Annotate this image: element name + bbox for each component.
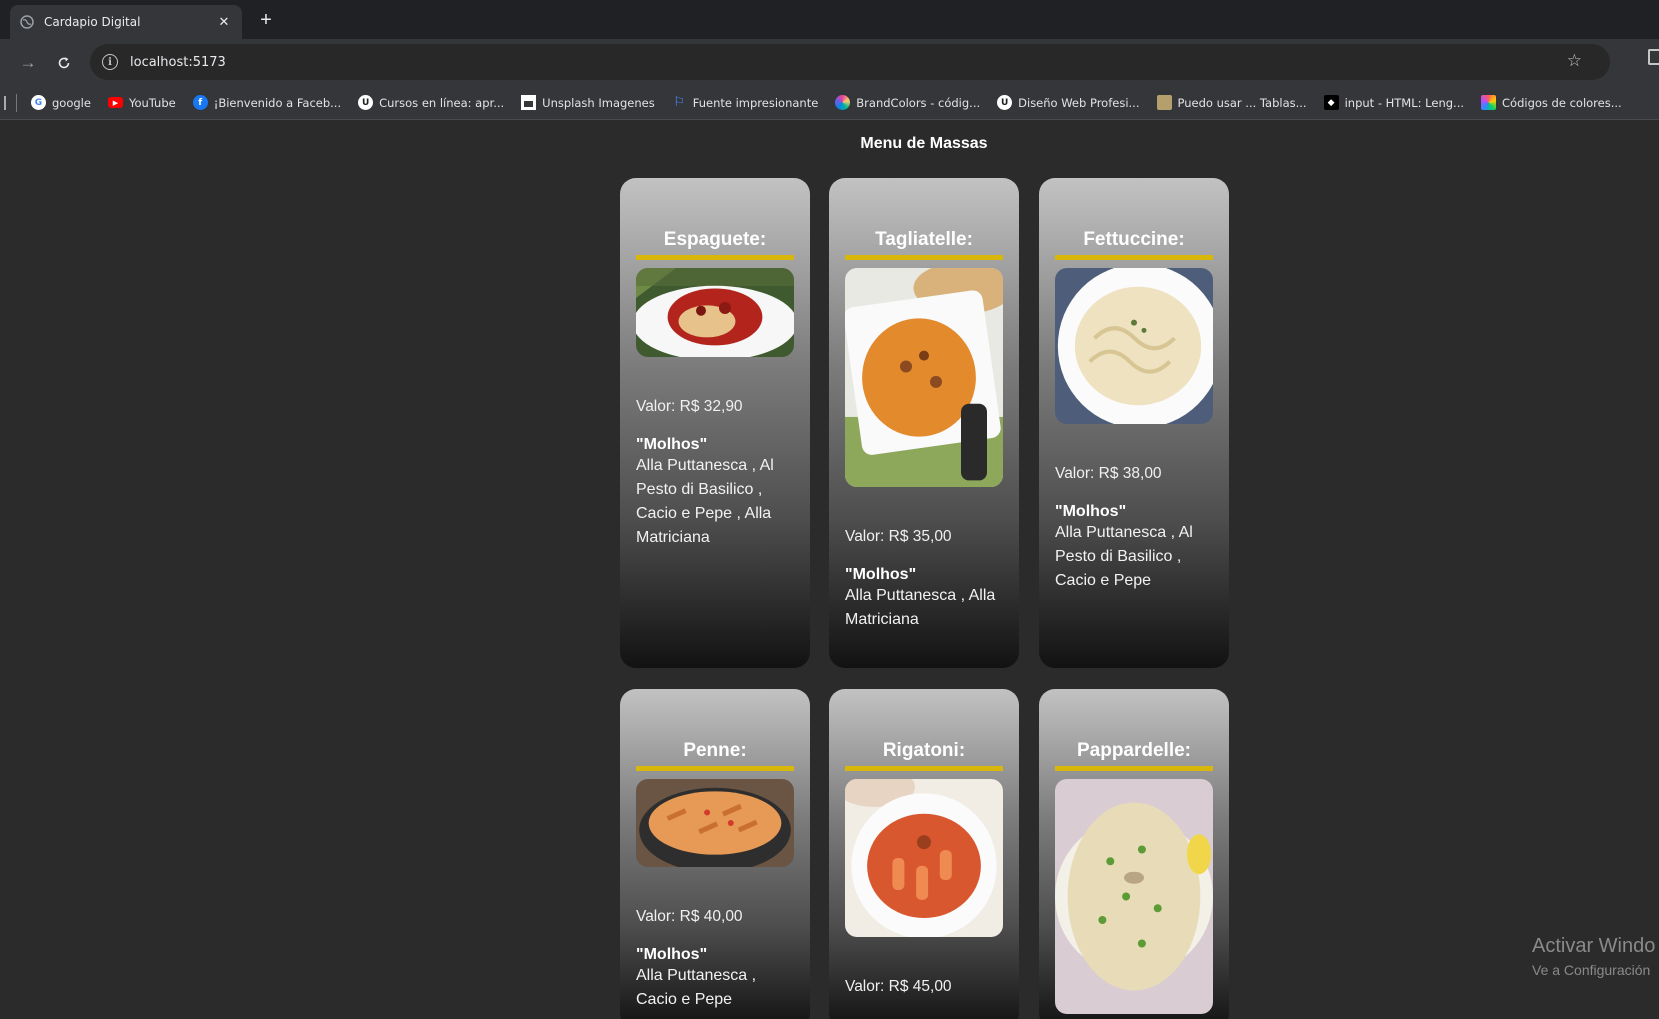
- bookmark-label: input - HTML: Leng...: [1344, 95, 1465, 110]
- bookmark-item[interactable]: Ggoogle: [31, 95, 91, 110]
- bookmark-item[interactable]: ▶ YouTube: [107, 95, 176, 110]
- sauces-list: Alla Puttanesca , Al Pesto di Basilico ,…: [636, 457, 774, 546]
- bookmark-item[interactable]: U Diseño Web Profesi...: [997, 95, 1140, 110]
- google-icon: G: [31, 95, 46, 110]
- youtube-icon: ▶: [107, 97, 123, 108]
- sauces-list: Alla Puttanesca , Al Pesto di Basilico ,…: [1055, 524, 1193, 589]
- menu-card: Tagliatelle: Valor: R$ 35,00 "Molhos" Alla…: [829, 178, 1019, 668]
- udemy-icon: U: [358, 95, 374, 110]
- bookmark-item[interactable]: U Cursos en línea: apr...: [358, 95, 504, 110]
- bookmark-label: Puedo usar ... Tablas...: [1177, 95, 1307, 110]
- forward-arrow-icon[interactable]: →: [14, 49, 42, 77]
- card-title: Tagliatelle:: [875, 229, 973, 250]
- bookmark-label: YouTube: [128, 95, 176, 110]
- title-underline: [636, 766, 794, 771]
- bookmark-label: google: [52, 95, 91, 110]
- bookmark-item[interactable]: ⚐ Fuente impresionante: [672, 95, 819, 110]
- menu-card: Pappardelle:: [1039, 689, 1229, 1019]
- tab-strip: Cardapio Digital ✕ +: [0, 0, 1659, 39]
- menu-card: Rigatoni: Valor: R$ 45,00: [829, 689, 1019, 1019]
- card-price: Valor: R$ 38,00: [1055, 465, 1162, 482]
- menu-card: Espaguete: Valor: R$ 32,90 "Molhos" Alla P…: [620, 178, 810, 668]
- sauces-heading: "Molhos": [636, 436, 708, 453]
- pappardelle-photo: [1055, 779, 1213, 1014]
- bookmark-item[interactable]: f ¡Bienvenido a Faceb...: [192, 95, 342, 110]
- bookmark-item[interactable]: Puedo usar ... Tablas...: [1156, 95, 1307, 110]
- card-title: Espaguete:: [663, 229, 767, 250]
- sauces-list: Alla Puttanesca , Alla Matriciana: [845, 587, 996, 628]
- fettuccine-photo: [1055, 268, 1213, 424]
- brandcolors-icon: [835, 95, 851, 110]
- bookmark-label: Unsplash Imagenes: [542, 95, 655, 110]
- bookmark-label: Cursos en línea: apr...: [379, 95, 505, 110]
- card-price: Valor: R$ 40,00: [636, 908, 743, 925]
- flag-icon: ⚐: [673, 95, 686, 110]
- bookmark-item[interactable]: Códigos de colores...: [1481, 95, 1622, 110]
- card-price: Valor: R$ 45,00: [845, 978, 952, 995]
- tagliatelle-photo: [845, 268, 1003, 487]
- bookmark-item[interactable]: BrandColors - códig...: [835, 95, 980, 110]
- sauces-heading: "Molhos": [1055, 503, 1127, 520]
- bookmark-item[interactable]: ◆ input - HTML: Leng...: [1323, 95, 1465, 110]
- title-underline: [636, 255, 794, 260]
- globe-icon: [20, 15, 34, 29]
- bookmark-list: Ggoogle ▶ YouTube f ¡Bienvenido a Faceb... U C…: [31, 95, 1639, 110]
- bookmark-label: Fuente impresionante: [692, 95, 819, 110]
- bookmark-item[interactable]: Unsplash Imagenes: [521, 95, 655, 110]
- unsplash-icon: [521, 95, 537, 110]
- colorcodes-icon: [1481, 95, 1497, 110]
- title-underline: [1055, 255, 1213, 260]
- windows-activation-subtext: Ve a Configuración: [1532, 962, 1651, 978]
- title-underline: [845, 766, 1003, 771]
- caniuse-icon: [1156, 95, 1172, 110]
- card-title: Penne:: [683, 740, 747, 761]
- mdn-icon: ◆: [1323, 95, 1339, 110]
- bookmark-label: Códigos de colores...: [1502, 95, 1622, 110]
- bookmark-separator: [16, 93, 17, 112]
- close-tab-icon[interactable]: ✕: [216, 14, 232, 30]
- browser-toolbar: → i localhost:5173 ☆: [0, 39, 1659, 86]
- card-title: Rigatoni:: [882, 740, 966, 761]
- site-info-icon[interactable]: i: [102, 54, 118, 70]
- sauces-heading: "Molhos": [845, 566, 917, 583]
- sauces-heading: "Molhos": [636, 946, 708, 963]
- page-content: Menu de Massas Espaguete: Valor: R$ 32,9…: [0, 121, 1659, 1019]
- facebook-icon: f: [192, 95, 208, 110]
- bookmark-label: BrandColors - códig...: [856, 95, 981, 110]
- url-text[interactable]: localhost:5173: [130, 55, 226, 70]
- menu-card: Fettuccine: Valor: R$ 38,00 "Molhos" Alla …: [1039, 178, 1229, 668]
- card-price: Valor: R$ 32,90: [636, 398, 743, 415]
- address-bar[interactable]: i localhost:5173 ☆: [90, 44, 1610, 80]
- tab-title: Cardapio Digital: [44, 15, 141, 29]
- bookmarks-bar: Ggoogle ▶ YouTube f ¡Bienvenido a Faceb... U C…: [0, 86, 1659, 120]
- card-price: Valor: R$ 35,00: [845, 528, 952, 545]
- menu-card: Penne: Valor: R$ 40,00 "Molhos" Alla Putta…: [620, 689, 810, 1019]
- udemy-icon: U: [997, 95, 1013, 110]
- windows-activation-watermark: Activar Windo: [1532, 935, 1656, 957]
- apps-icon[interactable]: [0, 95, 6, 110]
- sauces-list: Alla Puttanesca , Cacio e Pepe: [636, 967, 757, 1008]
- bookmark-star-icon[interactable]: ☆: [1567, 51, 1582, 71]
- reload-icon[interactable]: [50, 49, 78, 77]
- extensions-icon[interactable]: [1648, 49, 1659, 65]
- card-title: Pappardelle:: [1076, 740, 1192, 761]
- new-tab-icon[interactable]: +: [254, 8, 278, 32]
- title-underline: [1055, 766, 1213, 771]
- bookmark-label: ¡Bienvenido a Faceb...: [213, 95, 342, 110]
- rigatoni-photo: [845, 779, 1003, 937]
- card-title: Fettuccine:: [1083, 229, 1185, 250]
- browser-tab[interactable]: Cardapio Digital ✕: [10, 5, 242, 39]
- title-underline: [845, 255, 1003, 260]
- spaghetti-photo: [636, 268, 794, 357]
- page-title: Menu de Massas: [860, 135, 988, 152]
- bookmark-label: Diseño Web Profesi...: [1018, 95, 1140, 110]
- penne-photo: [636, 779, 794, 867]
